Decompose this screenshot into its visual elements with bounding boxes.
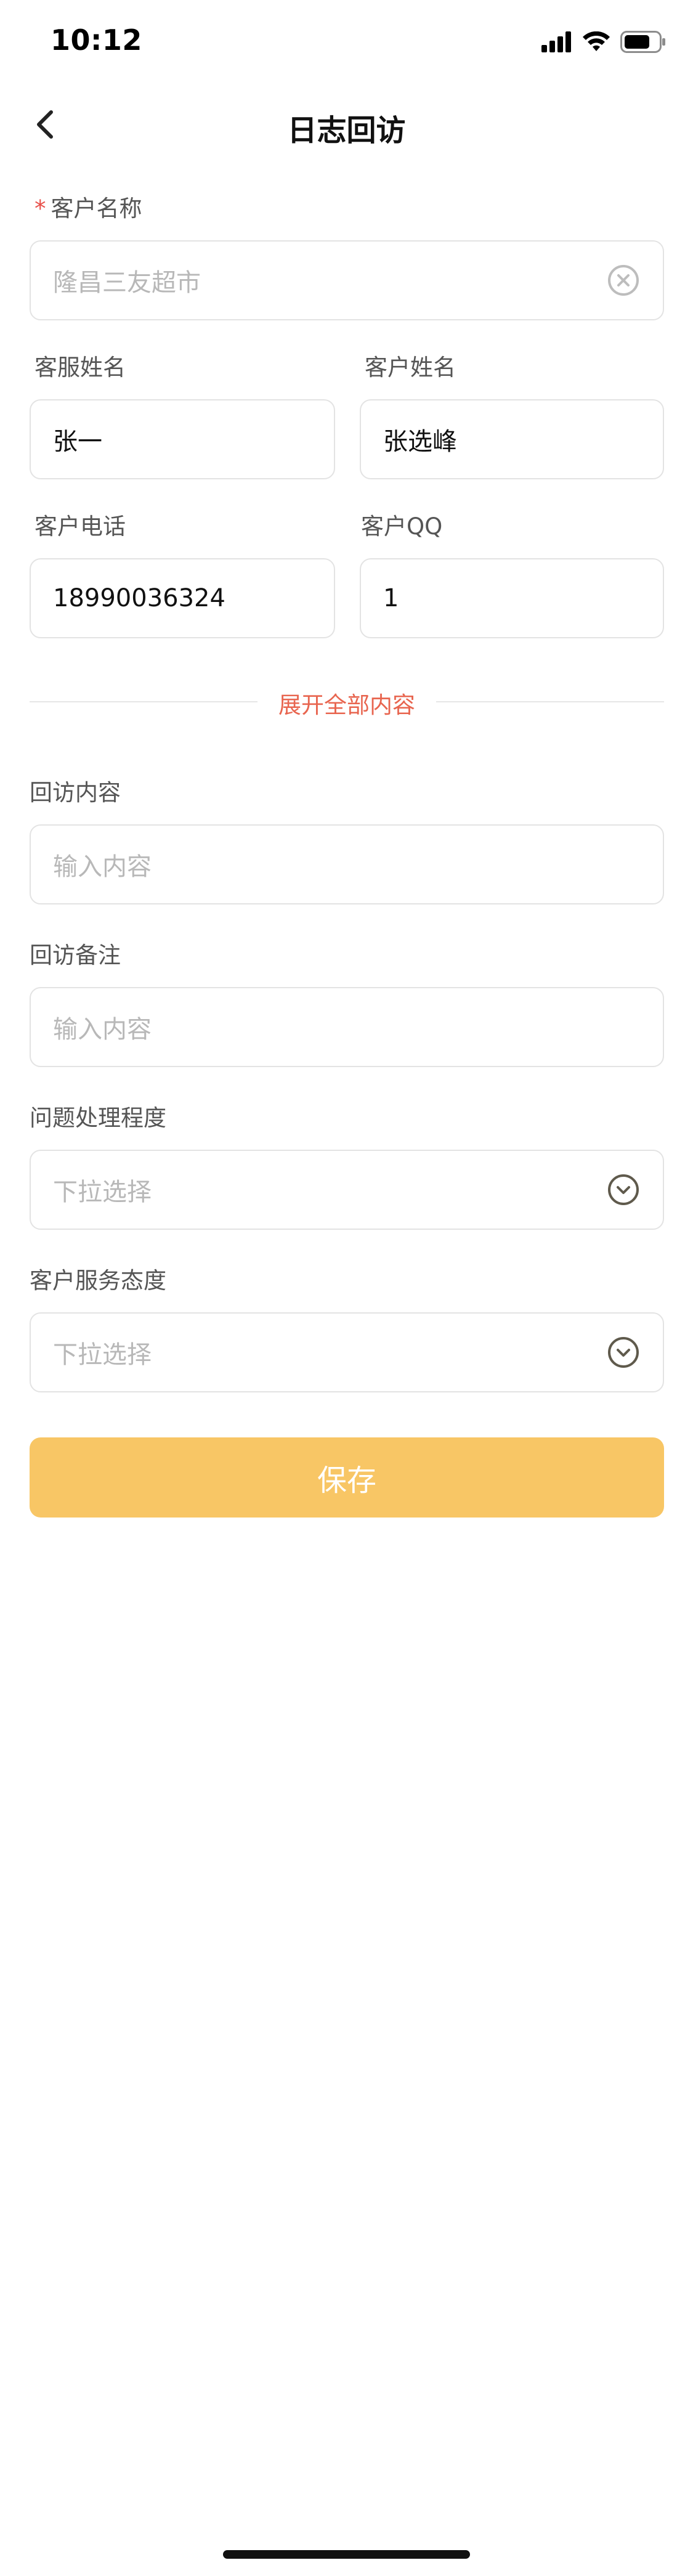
customer-name-field[interactable]: 隆昌三友超市 bbox=[30, 240, 664, 320]
handling-level-dropdown-toggle[interactable] bbox=[606, 1172, 641, 1207]
service-attitude-dropdown-toggle[interactable] bbox=[606, 1335, 641, 1370]
home-indicator[interactable] bbox=[223, 2550, 470, 2559]
service-attitude-placeholder: 下拉选择 bbox=[53, 1341, 152, 1369]
visit-content-placeholder: 输入内容 bbox=[53, 853, 152, 881]
status-time: 10:12 bbox=[51, 23, 142, 57]
customer-person-label: 客户姓名 bbox=[365, 354, 456, 381]
customer-phone-value: 18990036324 bbox=[53, 584, 225, 612]
customer-person-value: 张选峰 bbox=[383, 428, 457, 456]
visit-note-label: 回访备注 bbox=[30, 942, 121, 969]
visit-content-label: 回访内容 bbox=[30, 779, 121, 806]
wifi-icon bbox=[583, 31, 610, 51]
customer-qq-field[interactable]: 1 bbox=[360, 558, 664, 638]
nav-bar: 日志回访 bbox=[0, 81, 693, 166]
visit-content-field[interactable]: 输入内容 bbox=[30, 824, 664, 904]
service-name-value: 张一 bbox=[53, 428, 102, 456]
clear-icon bbox=[608, 265, 639, 296]
handling-level-label: 问题处理程度 bbox=[30, 1105, 166, 1131]
chevron-down-circle-icon bbox=[608, 1174, 639, 1205]
visit-note-placeholder: 输入内容 bbox=[53, 1015, 152, 1044]
expand-all-link[interactable]: 展开全部内容 bbox=[30, 686, 664, 720]
required-mark: * bbox=[34, 195, 46, 222]
battery-icon bbox=[620, 31, 665, 53]
log-visit-page: 10:12 日志回访 * 客户名称 隆昌三友超市 客服姓名 客户姓名 张一 张选… bbox=[0, 0, 693, 2576]
customer-qq-label: 客户QQ bbox=[361, 513, 443, 540]
service-attitude-label: 客户服务态度 bbox=[30, 1267, 166, 1294]
status-bar: 10:12 bbox=[0, 0, 693, 81]
signal-icon bbox=[541, 31, 571, 52]
customer-phone-field[interactable]: 18990036324 bbox=[30, 558, 335, 638]
service-attitude-select[interactable]: 下拉选择 bbox=[30, 1312, 664, 1392]
clear-button[interactable] bbox=[606, 263, 641, 298]
handling-level-select[interactable]: 下拉选择 bbox=[30, 1150, 664, 1230]
service-name-label: 客服姓名 bbox=[34, 354, 126, 381]
customer-name-value: 隆昌三友超市 bbox=[53, 269, 201, 297]
customer-name-label-text: 客户名称 bbox=[51, 195, 142, 222]
service-name-field[interactable]: 张一 bbox=[30, 399, 335, 479]
save-button[interactable]: 保存 bbox=[30, 1437, 664, 1518]
chevron-down-circle-icon bbox=[608, 1337, 639, 1368]
status-icons bbox=[541, 30, 666, 54]
expand-all-text: 展开全部内容 bbox=[262, 692, 431, 718]
customer-phone-label: 客户电话 bbox=[34, 513, 126, 540]
customer-qq-value: 1 bbox=[383, 584, 399, 612]
visit-note-field[interactable]: 输入内容 bbox=[30, 987, 664, 1067]
page-title: 日志回访 bbox=[287, 113, 406, 148]
customer-name-label: * 客户名称 bbox=[34, 190, 142, 223]
handling-level-placeholder: 下拉选择 bbox=[53, 1178, 152, 1206]
expand-divider: 展开全部内容 bbox=[30, 678, 664, 725]
customer-person-field[interactable]: 张选峰 bbox=[360, 399, 664, 479]
